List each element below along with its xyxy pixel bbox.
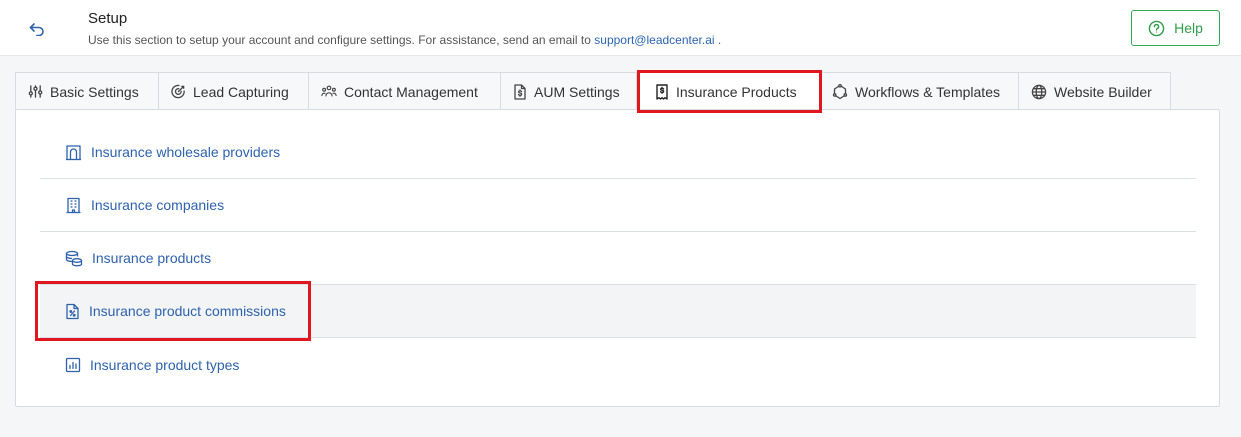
dollar-file-icon <box>514 83 526 100</box>
subtitle-suffix: . <box>714 33 722 47</box>
content-panel: Insurance wholesale providers Insurance … <box>15 109 1220 407</box>
help-button[interactable]: Help <box>1131 10 1220 46</box>
target-icon <box>171 84 185 99</box>
tab-workflows-templates[interactable]: Workflows & Templates <box>819 72 1019 110</box>
insurance-settings-list: Insurance wholesale providers Insurance … <box>40 126 1196 391</box>
page-header: Setup Use this section to setup your acc… <box>0 0 1241 56</box>
sliders-icon <box>28 85 43 98</box>
list-item-label: Insurance wholesale providers <box>91 144 281 160</box>
question-circle-icon <box>1148 20 1165 36</box>
tab-lead-capturing[interactable]: Lead Capturing <box>158 72 309 110</box>
office-building-icon <box>66 197 81 213</box>
tab-label: Basic Settings <box>50 83 139 100</box>
globe-icon <box>1031 84 1047 99</box>
page-title: Setup <box>88 10 128 27</box>
receipt-icon <box>656 83 668 100</box>
building-arch-icon <box>66 144 81 160</box>
list-item-product-commissions[interactable]: Insurance product commissions <box>40 285 1196 338</box>
tab-insurance-products[interactable]: Insurance Products <box>636 72 820 110</box>
tab-label: Website Builder <box>1054 83 1152 100</box>
users-icon <box>321 85 337 97</box>
workflow-icon <box>832 83 848 99</box>
tab-label: Contact Management <box>344 83 478 100</box>
list-item-label: Insurance product types <box>90 356 240 373</box>
tab-label: AUM Settings <box>534 83 620 100</box>
tab-aum-settings[interactable]: AUM Settings <box>500 72 637 110</box>
file-percent-icon <box>66 303 79 319</box>
tab-label: Insurance Products <box>676 83 797 100</box>
list-item-label: Insurance products <box>92 250 212 266</box>
help-label: Help <box>1174 20 1203 36</box>
tab-basic-settings[interactable]: Basic Settings <box>15 72 159 110</box>
subtitle-text: Use this section to setup your account a… <box>88 33 595 47</box>
list-item-companies[interactable]: Insurance companies <box>40 179 1196 232</box>
list-item-label: Insurance product commissions <box>89 303 286 319</box>
list-item-product-types[interactable]: Insurance product types <box>40 338 1196 391</box>
back-arrow-icon[interactable] <box>26 18 48 40</box>
list-item-products[interactable]: Insurance products <box>40 232 1196 285</box>
tab-label: Workflows & Templates <box>855 83 1000 100</box>
support-email-link[interactable]: support@leadcenter.ai <box>594 33 714 47</box>
tab-label: Lead Capturing <box>193 83 289 100</box>
tab-contact-management[interactable]: Contact Management <box>308 72 501 110</box>
chart-icon <box>65 357 81 372</box>
list-item-wholesale-providers[interactable]: Insurance wholesale providers <box>40 126 1196 179</box>
coins-icon <box>65 250 83 266</box>
list-item-label: Insurance companies <box>91 197 225 213</box>
page-subtitle: Use this section to setup your account a… <box>88 33 721 47</box>
settings-tabs: Basic Settings Lead Capturing Contact Ma… <box>15 72 1171 110</box>
tab-website-builder[interactable]: Website Builder <box>1018 72 1171 110</box>
